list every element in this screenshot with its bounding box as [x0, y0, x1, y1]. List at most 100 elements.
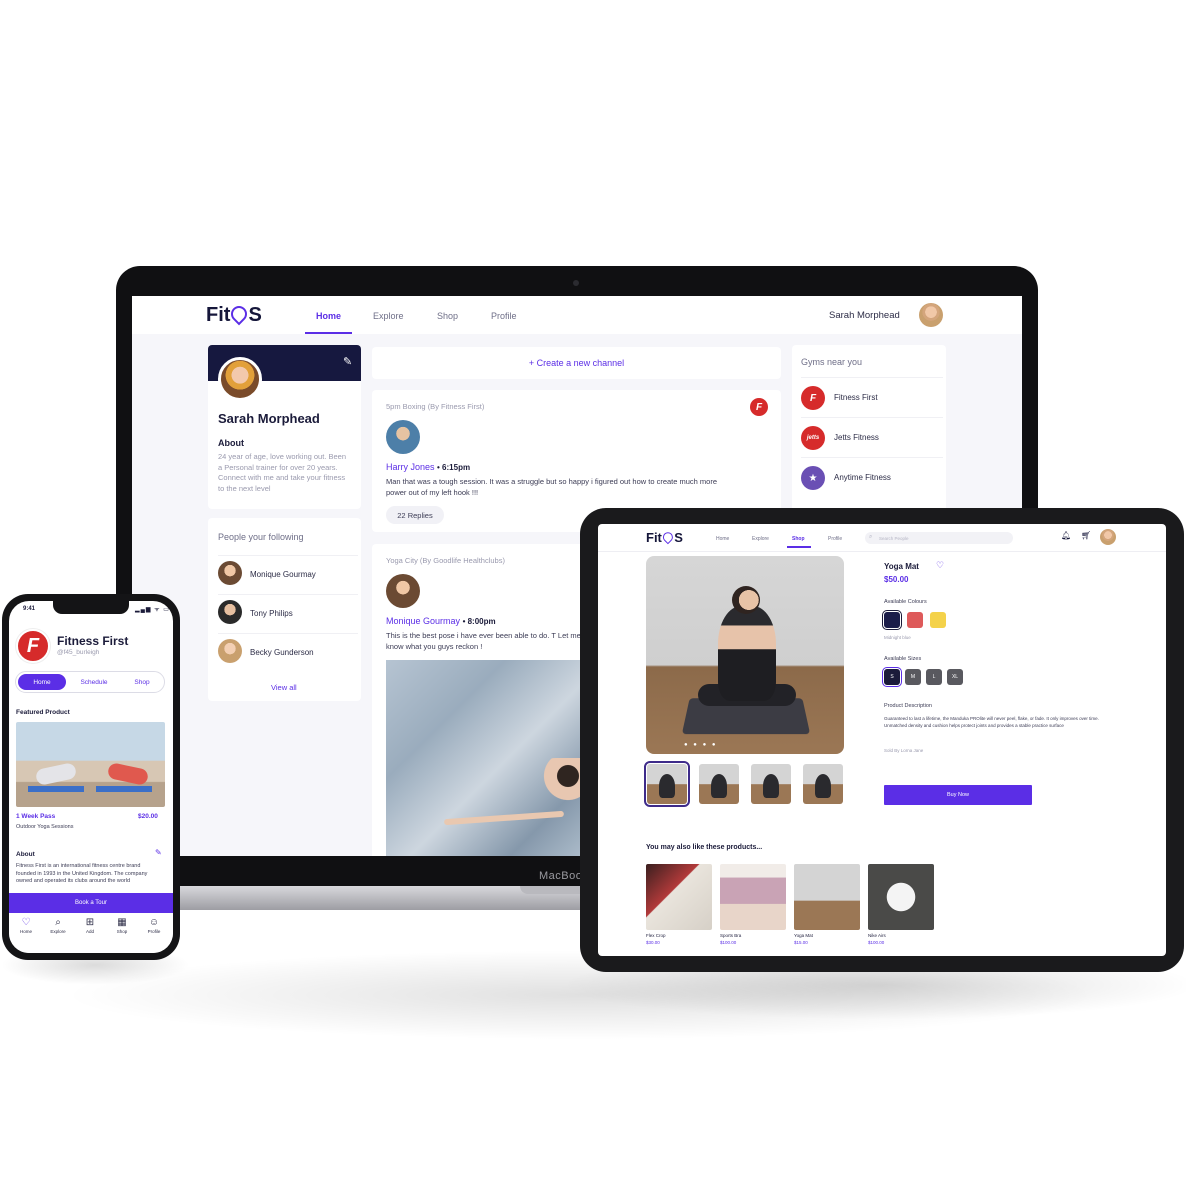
- search-icon: ⌕: [55, 917, 61, 928]
- cart-icon[interactable]: 🛒︎: [1081, 531, 1091, 540]
- segment-tabs: Home Schedule Shop: [15, 671, 165, 693]
- bottom-nav-profile[interactable]: ☺ Profile: [139, 917, 169, 934]
- nav-shop[interactable]: Shop: [437, 311, 458, 321]
- nav-home[interactable]: Home: [716, 536, 729, 542]
- book-tour-button[interactable]: Book a Tour: [9, 893, 173, 913]
- buy-now-button[interactable]: Buy Now: [884, 785, 1032, 805]
- colour-swatch[interactable]: [930, 612, 946, 628]
- related-products-title: You may also like these products...: [646, 844, 763, 851]
- search-icon: ⌕: [869, 534, 873, 540]
- following-name: Tony Philips: [250, 609, 293, 618]
- status-time: 9:41: [23, 606, 36, 612]
- tab-shop[interactable]: Shop: [122, 674, 162, 690]
- image-carousel-dots[interactable]: ● ● ● ●: [684, 742, 718, 748]
- gyms-near-card: Gyms near you F Fitness First jetts Jett…: [792, 345, 946, 515]
- bottom-nav: ♡ Home ⌕ Explore ⊞ Add ▦ Shop ☺ Profile: [9, 913, 173, 953]
- fitos-logo[interactable]: Fit S: [206, 302, 262, 327]
- view-all-link[interactable]: View all: [271, 683, 297, 692]
- nav-profile[interactable]: Profile: [828, 536, 842, 542]
- gym-item[interactable]: jetts Jetts Fitness: [801, 417, 943, 457]
- featured-product-image[interactable]: [16, 722, 165, 807]
- tab-schedule[interactable]: Schedule: [70, 674, 118, 690]
- edit-pencil-icon[interactable]: ✎: [155, 848, 162, 857]
- following-item[interactable]: Tony Philips: [218, 594, 358, 624]
- product-main-image[interactable]: [646, 556, 844, 754]
- nav-active-indicator: [305, 332, 352, 334]
- size-option[interactable]: L: [926, 669, 942, 685]
- nav-active-indicator: [787, 546, 811, 548]
- sizes-label: Available Sizes: [884, 656, 922, 662]
- product-price: $50.00: [884, 575, 909, 584]
- post-author[interactable]: Monique Gourmay • 8:00pm: [386, 616, 496, 626]
- related-product-image[interactable]: [868, 864, 934, 930]
- gym-item[interactable]: ★ Anytime Fitness: [801, 457, 943, 497]
- gym-name: Jetts Fitness: [834, 433, 879, 442]
- product-thumbnail[interactable]: [644, 761, 690, 807]
- size-option[interactable]: XL: [947, 669, 963, 685]
- profile-icon: ☺: [148, 917, 160, 928]
- related-product-name[interactable]: Yoga Mat: [794, 933, 813, 938]
- product-thumbnail[interactable]: [699, 764, 739, 804]
- product-thumbnail[interactable]: [751, 764, 791, 804]
- gym-name: Anytime Fitness: [834, 473, 891, 482]
- related-product-name[interactable]: Flex Crop: [646, 933, 666, 938]
- post-image[interactable]: [386, 660, 586, 856]
- related-product-image[interactable]: [794, 864, 860, 930]
- pass-price: $20.00: [138, 813, 158, 820]
- post-author[interactable]: Harry Jones • 6:15pm: [386, 462, 470, 472]
- fitness-first-logo-icon: F: [16, 629, 50, 663]
- user-avatar[interactable]: [919, 303, 943, 327]
- gym-item[interactable]: F Fitness First: [801, 377, 943, 417]
- size-option[interactable]: M: [905, 669, 921, 685]
- gym-title: Fitness First: [57, 634, 129, 648]
- edit-pencil-icon[interactable]: ✎: [343, 355, 352, 368]
- colour-swatch[interactable]: [907, 612, 923, 628]
- nav-shop[interactable]: Shop: [792, 536, 805, 542]
- nav-explore[interactable]: Explore: [752, 536, 769, 542]
- post-author-avatar[interactable]: [386, 420, 420, 454]
- nav-explore[interactable]: Explore: [373, 311, 404, 321]
- jetts-logo-icon: jetts: [801, 426, 825, 450]
- user-avatar[interactable]: [1100, 529, 1116, 545]
- bottom-nav-home[interactable]: ♡ Home: [11, 917, 41, 934]
- bottom-nav-shop[interactable]: ▦ Shop: [107, 917, 137, 934]
- about-heading: About: [16, 851, 35, 858]
- post-channel[interactable]: 5pm Boxing (By Fitness First): [386, 402, 484, 411]
- gyms-title: Gyms near you: [801, 357, 863, 367]
- phone-notch: [53, 601, 129, 614]
- gym-name: Fitness First: [834, 393, 878, 402]
- heart-icon[interactable]: ♡: [936, 560, 944, 571]
- colour-swatch[interactable]: [882, 610, 902, 630]
- following-item[interactable]: Monique Gourmay: [218, 555, 358, 585]
- related-product-name[interactable]: Sports Bra: [720, 933, 741, 938]
- size-option[interactable]: S: [882, 667, 902, 687]
- profile-name: Sarah Morphead: [218, 411, 320, 426]
- gym-handle: @f45_burleigh: [57, 649, 100, 656]
- post-author-avatar[interactable]: [386, 574, 420, 608]
- replies-button[interactable]: 22 Replies: [386, 506, 444, 524]
- fitness-first-logo-icon: F: [801, 386, 825, 410]
- pass-name[interactable]: 1 Week Pass: [16, 813, 55, 820]
- nav-home[interactable]: Home: [316, 311, 341, 321]
- related-product-image[interactable]: [646, 864, 712, 930]
- post-channel[interactable]: Yoga City (By Goodlife Healthclubs): [386, 556, 505, 565]
- search-input[interactable]: Search People: [865, 532, 1013, 544]
- about-text: Fitness First is an international fitnes…: [16, 863, 148, 884]
- seller-text[interactable]: Sold By Lorna Jane: [884, 748, 923, 753]
- related-product-price: $15.00: [794, 940, 808, 945]
- divider: [598, 551, 1166, 552]
- create-channel-button[interactable]: + Create a new channel: [372, 347, 781, 379]
- user-name[interactable]: Sarah Morphead: [829, 310, 900, 321]
- product-thumbnail[interactable]: [803, 764, 843, 804]
- fitos-logo[interactable]: Fit S: [646, 530, 683, 545]
- related-product-name[interactable]: Nike Airs: [868, 933, 886, 938]
- tab-home[interactable]: Home: [18, 674, 66, 690]
- nav-profile[interactable]: Profile: [491, 311, 517, 321]
- bell-icon[interactable]: 🔔︎: [1061, 531, 1071, 540]
- following-item[interactable]: Becky Gunderson: [218, 633, 358, 663]
- add-icon: ⊞: [85, 917, 95, 928]
- bottom-nav-explore[interactable]: ⌕ Explore: [43, 917, 73, 934]
- about-text: 24 year of age, love working out. Been a…: [218, 452, 346, 493]
- bottom-nav-add[interactable]: ⊞ Add: [75, 917, 105, 934]
- related-product-image[interactable]: [720, 864, 786, 930]
